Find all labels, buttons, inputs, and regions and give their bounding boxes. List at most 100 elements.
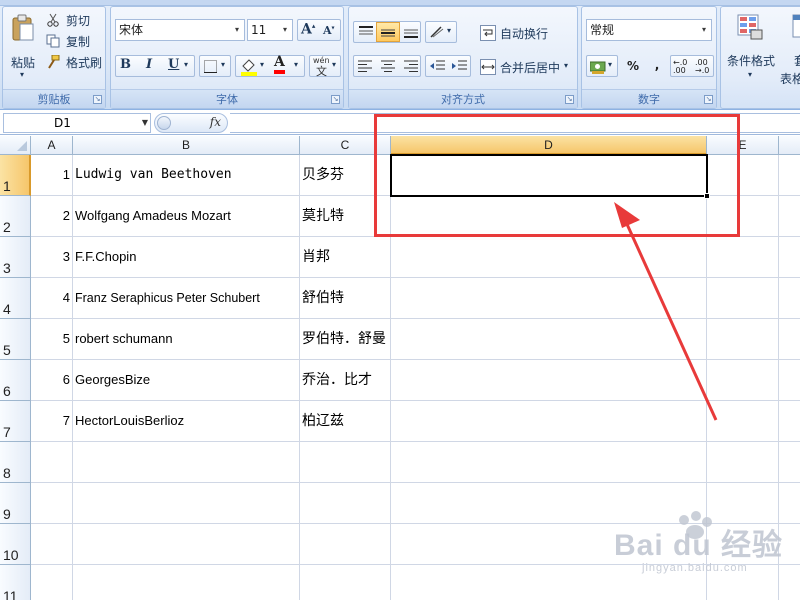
currency-button[interactable]: ▾ [586, 55, 618, 77]
format-painter-label: 格式刷 [66, 56, 103, 70]
name-box-dropdown-icon[interactable]: ▼ [142, 114, 148, 132]
copy-label: 复制 [66, 35, 91, 49]
cell-b3[interactable]: F.F.Chopin [75, 237, 297, 277]
select-all-button[interactable] [0, 136, 31, 155]
cut-label: 剪切 [66, 14, 91, 28]
cell-b6[interactable]: GeorgesBize [75, 360, 297, 400]
number-launcher-icon[interactable]: ↘ [704, 95, 713, 104]
row-number: 4 [3, 301, 11, 317]
cell-a3[interactable]: 3 [31, 237, 70, 277]
grow-font-icon[interactable]: A▴ [301, 21, 315, 38]
conditional-format-dropdown-icon[interactable]: ▾ [748, 70, 752, 79]
row-header-7[interactable]: 7 [0, 401, 31, 442]
cell-a5[interactable]: 5 [31, 319, 70, 359]
row-header-9[interactable]: 9 [0, 483, 31, 524]
alignment-group: ▾ 自动换行 合并后居中 ▾ 对齐方式 ↘ [348, 6, 578, 109]
row-header-8[interactable]: 8 [0, 442, 31, 483]
name-box[interactable]: D1 ▼ [3, 113, 151, 133]
row-header-10[interactable]: 10 [0, 524, 31, 565]
cell-b7[interactable]: HectorLouisBerlioz [75, 401, 297, 441]
column-header-b[interactable]: B [73, 136, 300, 155]
wrap-text-button[interactable]: 自动换行 [477, 21, 573, 43]
align-bottom-icon[interactable] [403, 25, 419, 39]
cell-c7[interactable]: 柏辽兹 [302, 401, 390, 441]
increase-decimal-icon[interactable]: ←.0.00 [673, 59, 687, 75]
phonetic-char: 文 [316, 65, 327, 78]
row-header-6[interactable]: 6 [0, 360, 31, 401]
fill-color-icon[interactable] [240, 58, 258, 76]
font-name-dropdown-icon[interactable]: ▾ [230, 20, 244, 40]
fill-color-dropdown-icon[interactable]: ▾ [260, 60, 264, 69]
align-left-icon[interactable] [358, 60, 372, 73]
alignment-launcher-icon[interactable]: ↘ [565, 95, 574, 104]
cell-a6[interactable]: 6 [31, 360, 70, 400]
paste-button[interactable]: 粘贴 ▾ [5, 9, 39, 85]
borders-dropdown-icon[interactable]: ▾ [221, 60, 225, 69]
orientation-button[interactable]: ▾ [425, 21, 457, 43]
conditional-format-button[interactable]: 条件格式 ▾ [723, 11, 777, 85]
cell-a2[interactable]: 2 [31, 196, 70, 236]
borders-button[interactable]: ▾ [199, 55, 231, 77]
copy-button[interactable]: 复制 [43, 32, 103, 49]
row-header-1[interactable]: 1 [0, 155, 31, 196]
align-middle-button[interactable] [376, 22, 400, 42]
number-format-dropdown-icon[interactable]: ▾ [697, 20, 711, 40]
align-top-icon[interactable] [358, 25, 374, 39]
increase-indent-icon[interactable] [452, 60, 467, 73]
clipboard-launcher-icon[interactable]: ↘ [93, 95, 102, 104]
cell-b4[interactable]: Franz Seraphicus Peter Schubert [75, 278, 297, 318]
row-header-11[interactable]: 11 [0, 565, 31, 600]
percent-button[interactable]: % [622, 55, 644, 77]
cell-c3[interactable]: 肖邦 [302, 237, 390, 277]
merge-cells-icon [480, 59, 496, 75]
align-center-icon[interactable] [381, 60, 395, 73]
cell-a7[interactable]: 7 [31, 401, 70, 441]
font-size-dropdown-icon[interactable]: ▾ [278, 20, 292, 40]
table-format-label: 套 [794, 52, 800, 69]
align-right-icon[interactable] [404, 60, 418, 73]
underline-button[interactable]: U [168, 57, 179, 72]
row-header-3[interactable]: 3 [0, 237, 31, 278]
cell-b1[interactable]: Ludwig van Beethoven [75, 155, 297, 195]
table-format-button[interactable]: 套 表格 [780, 11, 800, 86]
column-header-a[interactable]: A [31, 136, 73, 155]
number-group: 常规 ▾ ▾ % , ←.0.00 .00 →.0 数字 ↘ [581, 6, 717, 109]
insert-function-button[interactable]: fx [210, 115, 221, 129]
cut-button[interactable]: 剪切 [43, 11, 103, 28]
format-painter-button[interactable]: 格式刷 [43, 53, 105, 70]
underline-dropdown-icon[interactable]: ▾ [184, 60, 188, 69]
phonetic-button[interactable]: wén 文 ▾ [309, 55, 341, 78]
merge-center-button[interactable]: 合并后居中 ▾ [477, 55, 575, 77]
cell-c4[interactable]: 舒伯特 [302, 278, 390, 318]
decrease-indent-icon[interactable] [430, 60, 445, 73]
comma-button[interactable]: , [646, 55, 668, 77]
font-color-icon[interactable]: A [274, 55, 285, 74]
row-header-4[interactable]: 4 [0, 278, 31, 319]
formula-cancel-enter-icon[interactable] [157, 116, 171, 130]
row-header-2[interactable]: 2 [0, 196, 31, 237]
cell-a4[interactable]: 4 [31, 278, 70, 318]
name-box-value: D1 [54, 116, 71, 130]
decrease-decimal-icon[interactable]: .00 →.0 [695, 59, 709, 75]
cell-c5[interactable]: 罗伯特．舒曼 [302, 319, 390, 359]
font-name-select[interactable]: 宋体 ▾ [115, 19, 245, 41]
bold-button[interactable]: B [120, 57, 131, 72]
italic-button[interactable]: I [146, 57, 152, 72]
number-format-select[interactable]: 常规 ▾ [586, 19, 712, 41]
font-style-buttons: B I U ▾ [115, 55, 195, 77]
cell-c6[interactable]: 乔治．比才 [302, 360, 390, 400]
paste-dropdown-icon[interactable]: ▾ [20, 70, 24, 79]
cell-a1[interactable]: 1 [31, 155, 70, 195]
cell-b2[interactable]: Wolfgang Amadeus Mozart [75, 196, 297, 236]
shrink-font-icon[interactable]: A▾ [323, 24, 335, 37]
phonetic-dropdown-icon[interactable]: ▾ [332, 60, 336, 69]
font-launcher-icon[interactable]: ↘ [331, 95, 340, 104]
font-color-dropdown-icon[interactable]: ▾ [294, 60, 298, 69]
currency-dropdown-icon[interactable]: ▾ [608, 60, 612, 69]
orientation-dropdown-icon[interactable]: ▾ [447, 26, 451, 35]
cell-b5[interactable]: robert schumann [75, 319, 297, 359]
font-size-select[interactable]: 11 ▾ [247, 19, 293, 41]
merge-center-dropdown-icon[interactable]: ▾ [564, 61, 568, 70]
column-header-f[interactable] [779, 136, 800, 155]
row-header-5[interactable]: 5 [0, 319, 31, 360]
